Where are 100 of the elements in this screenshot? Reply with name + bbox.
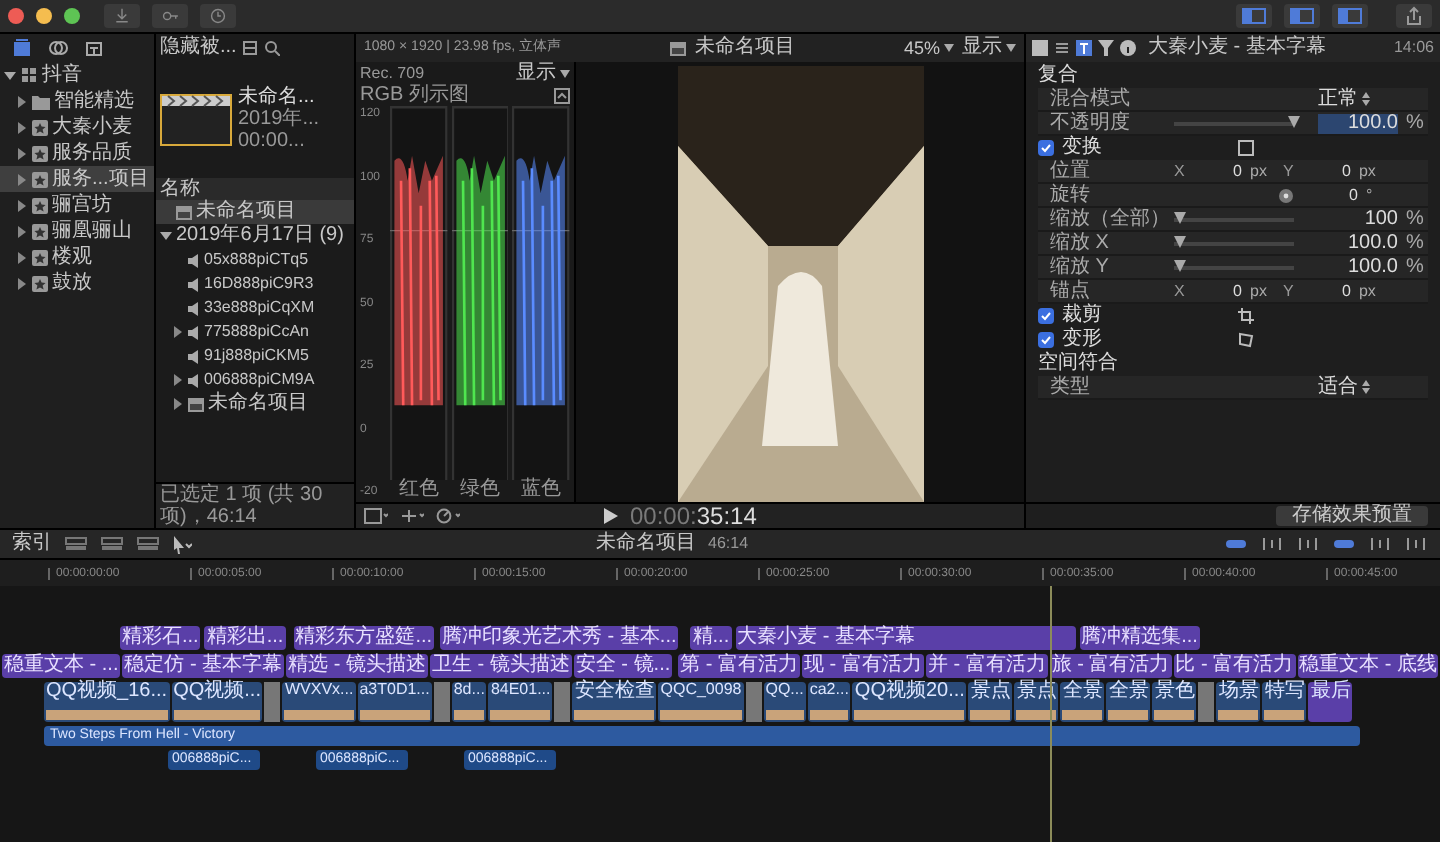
disclosure-triangle-icon[interactable] [172,398,184,410]
transform-tool-icon[interactable] [400,508,424,524]
download-button[interactable] [104,4,140,28]
value-field[interactable]: 100 [1318,209,1398,229]
title-clip[interactable]: 安全 - 镜... [573,654,673,678]
arrow-tool-icon[interactable] [172,535,192,553]
scope-settings-icon[interactable] [554,87,570,103]
video-clip[interactable]: 景色 [1152,682,1197,722]
share-button[interactable] [1396,4,1432,28]
list-view-icon[interactable] [242,40,259,56]
title-clip[interactable]: 现 - 富有活力 [802,654,924,678]
scope-display-popup[interactable]: 显示 [516,63,570,83]
video-clip[interactable]: QQC_0098 [658,682,744,722]
title-clip[interactable]: 第 - 富有活力 [678,654,801,678]
timeline-layout-button[interactable] [1284,4,1320,28]
video-clip[interactable]: 景点 [968,682,1013,722]
disclosure-triangle-icon[interactable] [4,69,16,81]
video-clip[interactable]: 8d... [451,682,487,722]
video-clip[interactable]: 全景 [1106,682,1151,722]
title-clip[interactable]: 大秦小麦 - 基本字幕 [735,626,1076,650]
text-inspector-icon[interactable] [1076,40,1092,56]
sidebar-item[interactable]: 骊宫坊 [0,192,154,218]
save-preset-button[interactable]: 存储效果预置 [1276,506,1428,526]
display-popup[interactable]: 显示 [962,38,1017,58]
disclosure-triangle-icon[interactable] [16,147,28,159]
browser-row[interactable]: 未命名项目 [156,392,354,416]
library-layout-button[interactable] [1236,4,1272,28]
key-button[interactable] [152,4,188,28]
clock-button[interactable] [200,4,236,28]
view-options-icon[interactable] [364,508,388,524]
video-clip[interactable]: QQ视频... [171,682,263,722]
value-field[interactable]: 100.0 [1318,257,1398,277]
photos-icon[interactable] [48,38,68,58]
title-clip[interactable]: 精... [690,626,732,650]
disclosure-triangle-icon[interactable] [16,251,28,263]
checkbox[interactable] [1038,332,1054,348]
video-clip[interactable]: 最后 [1308,682,1353,722]
title-clip[interactable]: 腾冲精选集... [1079,626,1200,650]
browser-row[interactable]: 33e888piCqXM [156,296,354,320]
info-icon[interactable] [1120,40,1136,56]
title-clip[interactable]: 旅 - 富有活力 [1049,654,1172,678]
browser-row[interactable]: 2019年6月17日 (9) [156,224,354,248]
clip-appearance-icon[interactable] [64,536,88,552]
search-icon[interactable] [264,40,281,56]
audio-inspector-icon[interactable] [1054,40,1070,56]
title-clip[interactable]: 精彩出... [204,626,286,650]
transform-icon[interactable] [1238,140,1254,156]
video-clip[interactable]: QQ视频_16... [44,682,170,722]
zoom-popup[interactable]: 45% [904,39,955,57]
crop-icon[interactable] [1238,308,1254,324]
disclosure-triangle-icon[interactable] [172,326,184,338]
disclosure-triangle-icon[interactable] [172,374,184,386]
disclosure-triangle-icon[interactable] [160,230,172,242]
close-button[interactable] [8,8,24,24]
zoom-button[interactable] [64,8,80,24]
distort-icon[interactable] [1238,332,1254,348]
disclosure-triangle-icon[interactable] [16,199,28,211]
sidebar-item[interactable]: 楼观 [0,244,154,270]
title-clip[interactable]: 卫生 - 镜头描述 [430,654,572,678]
titles-icon[interactable] [84,38,104,58]
video-clip[interactable]: 全景 [1060,682,1105,722]
title-clip[interactable]: 并 - 富有活力 [925,654,1048,678]
video-clip[interactable]: WVXVx... [282,682,356,722]
title-clip[interactable]: 稳重文本 - 底线 [1297,654,1439,678]
index-button[interactable]: 索引 [12,534,52,554]
sidebar-item[interactable]: 大秦小麦 [0,114,154,140]
disclosure-triangle-icon[interactable] [16,95,28,107]
parameter-popup[interactable]: 正常 [1318,89,1370,109]
video-clip[interactable]: 安全检查 [572,682,657,722]
value-field[interactable]: 0 [1306,283,1351,299]
inspector-layout-button[interactable] [1332,4,1368,28]
video-clip[interactable]: QQ视频20... [852,682,967,722]
value-field[interactable]: 0 [1306,163,1351,179]
checkbox[interactable] [1038,308,1054,324]
speed-icon[interactable] [436,508,460,524]
video-clip[interactable]: ca2... [807,682,851,722]
parameter-popup[interactable]: 适合 [1318,377,1370,397]
sidebar-item[interactable]: 鼓放 [0,270,154,296]
value-field[interactable]: 0 [1302,187,1358,203]
value-field[interactable]: 0 [1198,163,1242,179]
value-field[interactable]: 100.0 [1318,113,1398,133]
sidebar-item[interactable]: 智能精选 [0,88,154,114]
rotation-dial-icon[interactable] [1278,187,1294,203]
play-icon[interactable] [604,508,618,524]
disclosure-triangle-icon[interactable] [16,225,28,237]
title-clip[interactable]: 精选 - 镜头描述 [286,654,429,678]
title-clip[interactable]: 比 - 富有活力 [1173,654,1296,678]
video-clip[interactable]: a3T0D1... [357,682,432,722]
library-icon[interactable] [12,38,32,58]
filter-icon[interactable] [1098,40,1114,56]
disclosure-triangle-icon[interactable] [16,277,28,289]
browser-row[interactable]: 05x888piCTq5 [156,248,354,272]
sidebar-item[interactable]: 服务品质 [0,140,154,166]
title-clip[interactable]: 稳重文本 - ... [2,654,121,678]
title-clip[interactable]: 精彩石... [120,626,201,650]
title-clip[interactable]: 腾冲印象光艺术秀 - 基本... [440,626,679,650]
video-clip[interactable]: 场景 [1216,682,1261,722]
browser-row[interactable]: 775888piCcAn [156,320,354,344]
browser-row[interactable]: 91j888piCKM5 [156,344,354,368]
filter-popup[interactable]: 隐藏被... [160,38,237,58]
